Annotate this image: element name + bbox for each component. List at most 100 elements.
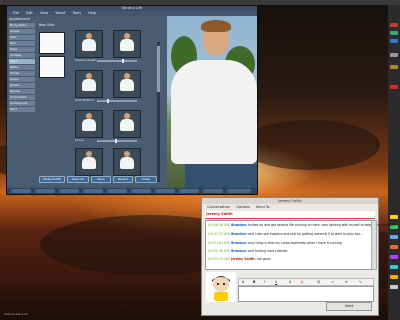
font-icon[interactable]: A <box>242 279 244 285</box>
toolbar-button[interactable] <box>203 189 223 193</box>
send-button[interactable]: Send <box>326 302 372 311</box>
list-item[interactable]: Gloves <box>9 89 35 94</box>
shirt-preview-thumb <box>75 110 103 138</box>
list-item[interactable]: Shape <box>9 29 35 34</box>
menu-edit[interactable]: Edit <box>26 11 33 15</box>
list-item[interactable]: Socks <box>9 77 35 82</box>
list-item[interactable]: Pants <box>9 65 35 70</box>
make-outfit-button[interactable]: Make Outfit <box>39 176 65 183</box>
avatar-jeans <box>185 164 257 188</box>
chat-menu: Conversation Options Send To <box>202 204 378 210</box>
dock-tile[interactable] <box>390 245 398 249</box>
sleeve-slider[interactable] <box>97 60 137 62</box>
dock-tile[interactable] <box>390 65 398 69</box>
dock-tile[interactable] <box>390 215 398 219</box>
dock-tile[interactable] <box>390 53 398 57</box>
shirt-preview-thumb <box>113 70 141 98</box>
list-item[interactable]: Eyes <box>9 47 35 52</box>
appearance-panel: Appearance Body Parts Shape Skin Hair Ey… <box>7 16 167 188</box>
chat-window: Jeremy Smith Conversation Options Send T… <box>201 197 396 316</box>
toolbar-button[interactable] <box>131 189 151 193</box>
dock-tile[interactable] <box>390 265 398 269</box>
buddy-icon <box>206 272 236 302</box>
right-dock <box>388 5 400 320</box>
slider-caption: Shirt Bottom <box>75 98 95 102</box>
link-icon[interactable]: ↗ <box>331 279 334 285</box>
conversation-name: Jeremy Smith <box>206 212 233 216</box>
font-color-icon[interactable]: A <box>301 279 303 285</box>
message-line: (03:52:36 AM) Brandon: and fucking hard … <box>208 249 288 253</box>
dock-tile[interactable] <box>390 39 398 43</box>
mail-icon[interactable]: ✉ <box>345 279 348 285</box>
dock-tile[interactable] <box>390 85 398 89</box>
edit-icon[interactable]: ✎ <box>359 279 362 285</box>
toolbar-button[interactable] <box>83 189 103 193</box>
toolbar-button[interactable] <box>35 189 55 193</box>
second-life-window: Second Life File Edit View World Tools H… <box>6 5 258 195</box>
body-parts-list: Body Parts Shape Skin Hair Eyes Clothes … <box>9 23 35 113</box>
loose-slider[interactable] <box>97 140 137 142</box>
message-input[interactable] <box>238 286 374 302</box>
menu-world[interactable]: World <box>55 11 65 15</box>
panel-scrollbar[interactable] <box>157 42 160 182</box>
slider-knob[interactable] <box>115 139 117 143</box>
format-toolbar: A B I U A A ☺ ↗ ✉ ✎ <box>238 278 374 286</box>
list-item[interactable]: Hair <box>9 41 35 46</box>
save-button[interactable]: Save <box>91 176 111 183</box>
dock-tile[interactable] <box>390 235 398 239</box>
revert-button[interactable]: Revert <box>113 176 133 183</box>
dock-tile[interactable] <box>390 285 398 289</box>
smiley-icon[interactable]: ☺ <box>317 279 320 285</box>
toolbar-button[interactable] <box>227 189 251 193</box>
shirt-preview-thumb <box>113 148 141 176</box>
menu-help[interactable]: Help <box>88 11 96 15</box>
list-item[interactable]: Undershirt <box>9 95 35 100</box>
shirt-preview-thumb <box>113 110 141 138</box>
message-line: (03:46:38 AM) Brandon: fucked up and got… <box>208 223 396 227</box>
list-item[interactable]: Jacket <box>9 83 35 88</box>
shirt-preview-thumb <box>113 30 141 58</box>
dock-tile[interactable] <box>390 31 398 35</box>
slider-knob[interactable] <box>122 59 124 63</box>
toolbar-button[interactable] <box>59 189 79 193</box>
color-swatch[interactable] <box>39 56 65 78</box>
menu-send-to[interactable]: Send To <box>256 205 270 209</box>
list-item[interactable]: Skin <box>9 35 35 40</box>
avatar-shirt <box>171 60 257 164</box>
menu-file[interactable]: File <box>13 11 19 15</box>
bottom-slider[interactable] <box>97 100 137 102</box>
texture-swatch[interactable] <box>39 32 65 54</box>
menu-tools[interactable]: Tools <box>72 11 81 15</box>
dock-tile[interactable] <box>390 255 398 259</box>
slider-knob[interactable] <box>107 99 109 103</box>
dock-tile[interactable] <box>390 23 398 27</box>
list-item[interactable]: Underpants <box>9 101 35 106</box>
log-scrollbar[interactable] <box>371 220 377 270</box>
bold-icon[interactable]: B <box>253 279 255 285</box>
menu-options[interactable]: Options <box>236 205 250 209</box>
toolbar-button[interactable] <box>107 189 127 193</box>
conversation-tab[interactable]: Jeremy Smith <box>205 211 375 219</box>
list-item[interactable]: Shirt <box>9 59 35 64</box>
slider-caption: Sleeve Length <box>75 58 97 62</box>
list-item[interactable]: Body Parts <box>9 23 35 28</box>
avatar-hair <box>201 20 231 32</box>
font-size-icon[interactable]: A <box>289 279 291 285</box>
toolbar-button[interactable] <box>11 189 31 193</box>
menu-conversation[interactable]: Conversation <box>207 205 230 209</box>
toolbar-button[interactable] <box>155 189 175 193</box>
close-button[interactable]: Close <box>135 176 157 183</box>
italic-icon[interactable]: I <box>264 279 265 285</box>
menu-view[interactable]: View <box>40 11 48 15</box>
toolbar-button[interactable] <box>179 189 199 193</box>
dock-tile[interactable] <box>390 275 398 279</box>
list-item[interactable]: Skirt <box>9 107 35 112</box>
shirt-preview-thumb <box>75 148 103 176</box>
underline-icon[interactable]: U <box>275 279 277 285</box>
scroll-thumb[interactable] <box>157 46 160 92</box>
list-item[interactable]: Clothes <box>9 53 35 58</box>
item-heading: New Shirt <box>39 23 55 27</box>
save-all-button[interactable]: Save All <box>67 176 89 183</box>
list-item[interactable]: Shoes <box>9 71 35 76</box>
3d-viewport[interactable] <box>165 16 257 188</box>
